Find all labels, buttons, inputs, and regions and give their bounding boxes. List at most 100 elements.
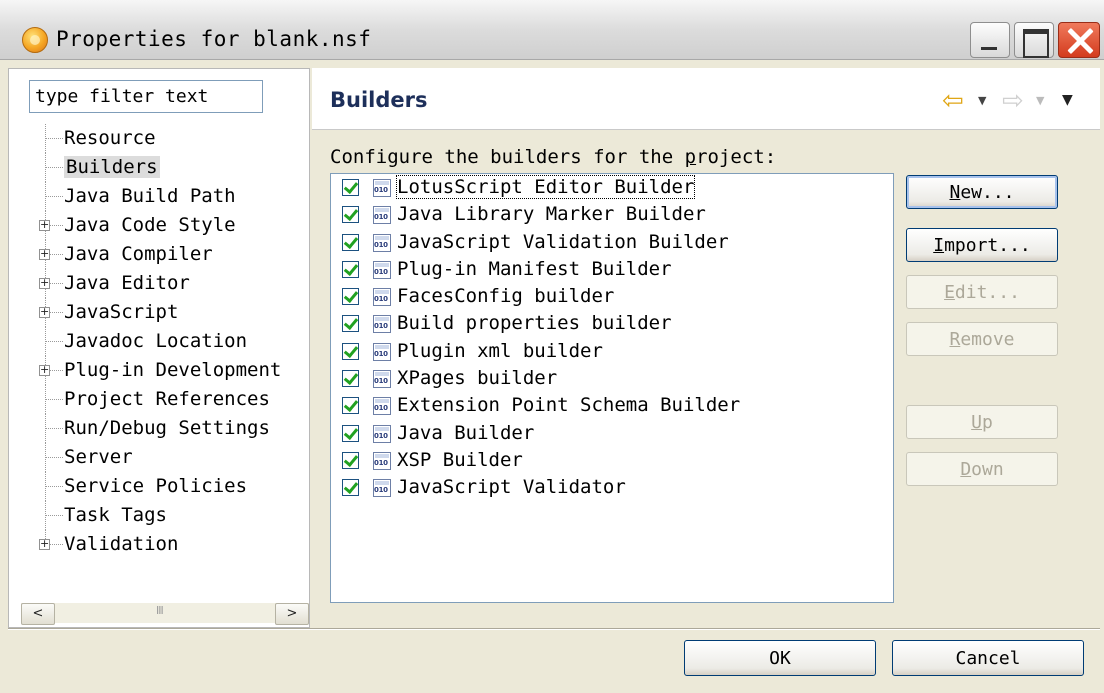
- list-item[interactable]: JavaScript Validation Builder: [331, 229, 893, 256]
- list-item[interactable]: Plug-in Manifest Builder: [331, 256, 893, 283]
- property-tree: Resource Builders Java Build Path + Java …: [9, 124, 309, 559]
- edit-label: dit...: [954, 281, 1020, 303]
- view-menu-icon[interactable]: ▼: [1062, 92, 1073, 118]
- scroll-right-icon[interactable]: >: [275, 603, 309, 625]
- forward-arrow-icon[interactable]: ⇨: [1002, 86, 1024, 116]
- tree-item-java-build-path[interactable]: Java Build Path: [9, 182, 309, 211]
- property-pages-pane: Resource Builders Java Build Path + Java …: [8, 68, 310, 628]
- list-item[interactable]: FacesConfig builder: [331, 283, 893, 310]
- new-button[interactable]: New...: [906, 175, 1058, 209]
- ok-button[interactable]: OK: [684, 640, 876, 676]
- builder-checkbox[interactable]: [342, 179, 359, 196]
- builder-checkbox[interactable]: [342, 288, 359, 306]
- builder-label: LotusScript Editor Builder: [395, 175, 696, 199]
- maximize-button[interactable]: [1014, 22, 1054, 58]
- tree-item-label: Java Build Path: [64, 185, 236, 207]
- builder-label: Plugin xml builder: [397, 339, 603, 362]
- builder-checkbox[interactable]: [342, 451, 359, 469]
- builder-checkbox[interactable]: [342, 342, 359, 360]
- up-mnemonic: U: [971, 411, 982, 433]
- tree-item-builders[interactable]: Builders: [9, 153, 309, 182]
- close-button[interactable]: [1058, 22, 1100, 58]
- builder-icon: [373, 288, 391, 307]
- filter-input[interactable]: [29, 80, 263, 113]
- builder-icon: [373, 424, 391, 443]
- tree-item-service-policies[interactable]: Service Policies: [9, 472, 309, 501]
- expand-icon[interactable]: +: [39, 364, 50, 376]
- scroll-grip-icon[interactable]: III: [156, 604, 164, 617]
- remove-mnemonic: R: [949, 328, 961, 350]
- builder-checkbox[interactable]: [342, 315, 359, 333]
- expand-icon[interactable]: +: [39, 248, 50, 260]
- app-icon: [22, 27, 48, 53]
- builder-label: XSP Builder: [397, 448, 523, 471]
- builder-checkbox[interactable]: [342, 206, 359, 224]
- expand-icon[interactable]: +: [39, 219, 50, 231]
- tree-item-task-tags[interactable]: Task Tags: [9, 501, 309, 530]
- list-item[interactable]: JavaScript Validator: [331, 474, 893, 501]
- list-item[interactable]: XSP Builder: [331, 447, 893, 474]
- down-mnemonic: D: [960, 458, 972, 480]
- list-item[interactable]: Java Library Marker Builder: [331, 201, 893, 228]
- tree-item-run-debug-settings[interactable]: Run/Debug Settings: [9, 414, 309, 443]
- back-dropdown-icon[interactable]: ▼: [978, 94, 986, 120]
- forward-dropdown-icon[interactable]: ▼: [1036, 94, 1044, 120]
- tree-item-label: Run/Debug Settings: [64, 417, 270, 439]
- tree-item-server[interactable]: Server: [9, 443, 309, 472]
- tree-item-label: Project References: [64, 388, 270, 410]
- builder-checkbox[interactable]: [342, 233, 359, 251]
- import-button[interactable]: Import...: [906, 228, 1058, 262]
- properties-dialog: Properties for blank.nsf Resource Builde…: [0, 0, 1104, 693]
- up-button[interactable]: Up: [906, 405, 1058, 439]
- list-item[interactable]: Build properties builder: [331, 310, 893, 337]
- builder-checkbox[interactable]: [342, 479, 359, 497]
- builder-checkbox[interactable]: [342, 397, 359, 415]
- horizontal-scrollbar[interactable]: < III >: [21, 603, 309, 625]
- edit-mnemonic: E: [944, 281, 955, 303]
- builder-checkbox[interactable]: [342, 424, 359, 442]
- tree-item-validation[interactable]: + Validation: [9, 530, 309, 559]
- tree-item-label: Validation: [64, 533, 179, 555]
- up-label: p: [982, 411, 993, 433]
- tree-item-label: Java Code Style: [64, 214, 236, 236]
- cancel-button[interactable]: Cancel: [892, 640, 1084, 676]
- tree-item-javadoc-location[interactable]: Javadoc Location: [9, 327, 309, 356]
- tree-item-javascript[interactable]: + JavaScript: [9, 298, 309, 327]
- tree-item-project-references[interactable]: Project References: [9, 385, 309, 414]
- tree-item-java-code-style[interactable]: + Java Code Style: [9, 211, 309, 240]
- down-label: own: [971, 458, 1004, 480]
- builder-icon: [373, 315, 391, 334]
- remove-button[interactable]: Remove: [906, 322, 1058, 356]
- down-button[interactable]: Down: [906, 452, 1058, 486]
- list-item[interactable]: LotusScript Editor Builder: [331, 174, 893, 201]
- tree-item-label: JavaScript: [64, 301, 179, 323]
- builder-label: XPages builder: [397, 367, 558, 390]
- scroll-left-icon[interactable]: <: [21, 603, 55, 625]
- tree-item-java-compiler[interactable]: + Java Compiler: [9, 240, 309, 269]
- minimize-button[interactable]: [970, 22, 1010, 58]
- title-bar[interactable]: Properties for blank.nsf: [0, 0, 1104, 60]
- edit-button[interactable]: Edit...: [906, 275, 1058, 309]
- expand-icon[interactable]: +: [39, 306, 50, 318]
- builder-checkbox[interactable]: [342, 260, 359, 278]
- left-border: [0, 60, 8, 693]
- list-item[interactable]: Extension Point Schema Builder: [331, 392, 893, 419]
- expand-icon[interactable]: +: [39, 538, 50, 550]
- description-text: Configure the builders for the: [330, 146, 685, 168]
- list-item[interactable]: Java Builder: [331, 420, 893, 447]
- builder-label: Build properties builder: [397, 312, 672, 335]
- tree-item-java-editor[interactable]: + Java Editor: [9, 269, 309, 298]
- builder-list[interactable]: LotusScript Editor Builder Java Library …: [330, 173, 894, 603]
- back-arrow-icon[interactable]: ⇦: [942, 86, 964, 116]
- tree-item-label: Plug-in Development: [64, 359, 282, 381]
- footer-separator: [8, 628, 1100, 630]
- tree-item-resource[interactable]: Resource: [9, 124, 309, 153]
- tree-item-plug-in-development[interactable]: + Plug-in Development: [9, 356, 309, 385]
- builder-label: Plug-in Manifest Builder: [397, 257, 672, 280]
- list-item[interactable]: Plugin xml builder: [331, 338, 893, 365]
- expand-icon[interactable]: +: [39, 277, 50, 289]
- builder-icon: [373, 342, 391, 361]
- import-mnemonic: I: [933, 234, 945, 256]
- builder-checkbox[interactable]: [342, 370, 359, 388]
- list-item[interactable]: XPages builder: [331, 365, 893, 392]
